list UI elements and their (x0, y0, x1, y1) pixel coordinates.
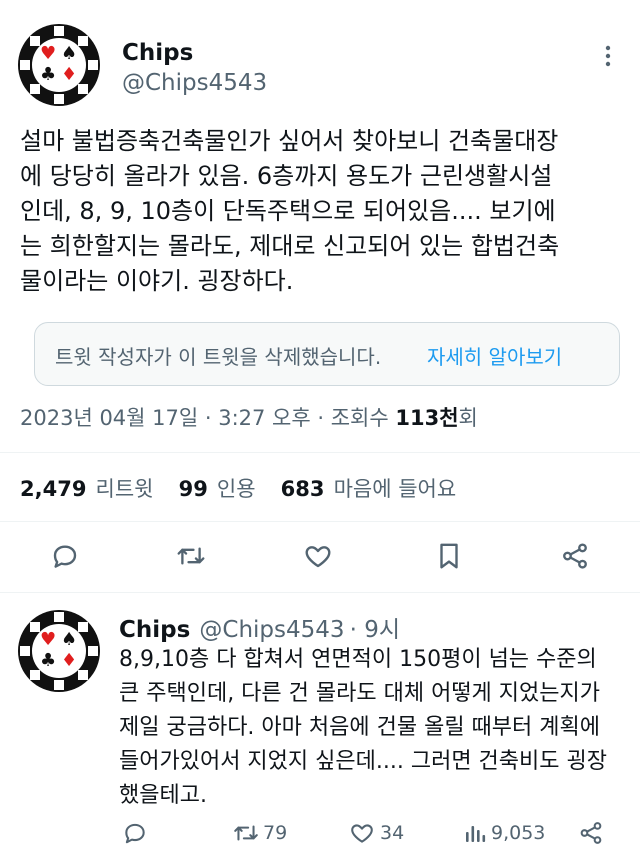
view-count-suffix: 회 (458, 406, 478, 430)
like-label[interactable]: 마음에 들어요 (334, 477, 457, 501)
tweet-stats: 2,479 리트윗 99 인용 683 마음에 들어요 (20, 473, 456, 503)
quote-label[interactable]: 인용 (217, 477, 256, 501)
author-name[interactable]: Chips (122, 40, 193, 66)
reply-icon[interactable] (122, 820, 148, 846)
share-icon[interactable] (578, 820, 604, 846)
tweet-text: 설마 불법증축건축물인가 싶어서 찾아보니 건축물대장 에 당당히 올라가 있음… (20, 127, 560, 295)
author-handle[interactable]: @Chips4543 (122, 70, 267, 96)
more-options-icon[interactable] (600, 44, 616, 68)
heart-icon: ♥ (40, 43, 57, 64)
retweet-label[interactable]: 리트윗 (96, 477, 154, 501)
retweet-icon[interactable] (175, 541, 207, 571)
deleted-quote-notice: 트윗 작성자가 이 트윗을 삭제했습니다. 자세히 알아보기 (34, 322, 620, 386)
reply-retweet-count[interactable]: 79 (263, 822, 287, 844)
reply-author-handle[interactable]: @Chips4543 (199, 617, 344, 643)
retweet-icon[interactable] (232, 820, 260, 846)
chip-logo: ♥ ♠ ♣ ♦ (32, 624, 86, 678)
reply-like-count[interactable]: 34 (380, 822, 404, 844)
divider (0, 521, 640, 522)
reply-time[interactable]: · 9시 (350, 617, 400, 643)
reply-author-name[interactable]: Chips (119, 617, 190, 643)
chip-logo: ♥ ♠ ♣ ♦ (32, 38, 86, 92)
view-count: 113천 (395, 406, 459, 430)
timestamp-text: 2023년 04월 17일 · 3:27 오후 · 조회수 (20, 406, 396, 430)
bookmark-icon[interactable] (435, 541, 463, 571)
club-icon: ♣ (40, 650, 57, 671)
like-count[interactable]: 683 (281, 477, 325, 501)
reply-avatar[interactable]: ♥ ♠ ♣ ♦ (18, 610, 100, 692)
heart-icon: ♥ (40, 629, 57, 650)
views-icon[interactable] (463, 820, 487, 846)
like-icon[interactable] (303, 541, 333, 571)
avatar[interactable]: ♥ ♠ ♣ ♦ (18, 24, 100, 106)
diamond-icon: ♦ (61, 650, 78, 671)
reply-header: Chips @Chips4543 · 9시 (119, 610, 400, 644)
divider (0, 592, 640, 593)
retweet-count[interactable]: 2,479 (20, 477, 86, 501)
spade-icon: ♠ (61, 43, 78, 64)
share-icon[interactable] (560, 541, 590, 571)
reply-view-count[interactable]: 9,053 (491, 822, 545, 844)
tweet-timestamp: 2023년 04월 17일 · 3:27 오후 · 조회수 113천회 (20, 402, 478, 432)
deleted-notice-text: 트윗 작성자가 이 트윗을 삭제했습니다. (55, 345, 382, 369)
learn-more-link[interactable]: 자세히 알아보기 (427, 341, 562, 370)
reply-icon[interactable] (50, 541, 80, 571)
quote-count[interactable]: 99 (179, 477, 208, 501)
spade-icon: ♠ (61, 629, 78, 650)
diamond-icon: ♦ (61, 64, 78, 85)
divider (0, 452, 640, 453)
club-icon: ♣ (40, 64, 57, 85)
like-icon[interactable] (349, 820, 375, 846)
reply-text: 8,9,10층 다 합쳐서 연면적이 150평이 넘는 수준의 큰 주택인데, … (119, 647, 607, 808)
